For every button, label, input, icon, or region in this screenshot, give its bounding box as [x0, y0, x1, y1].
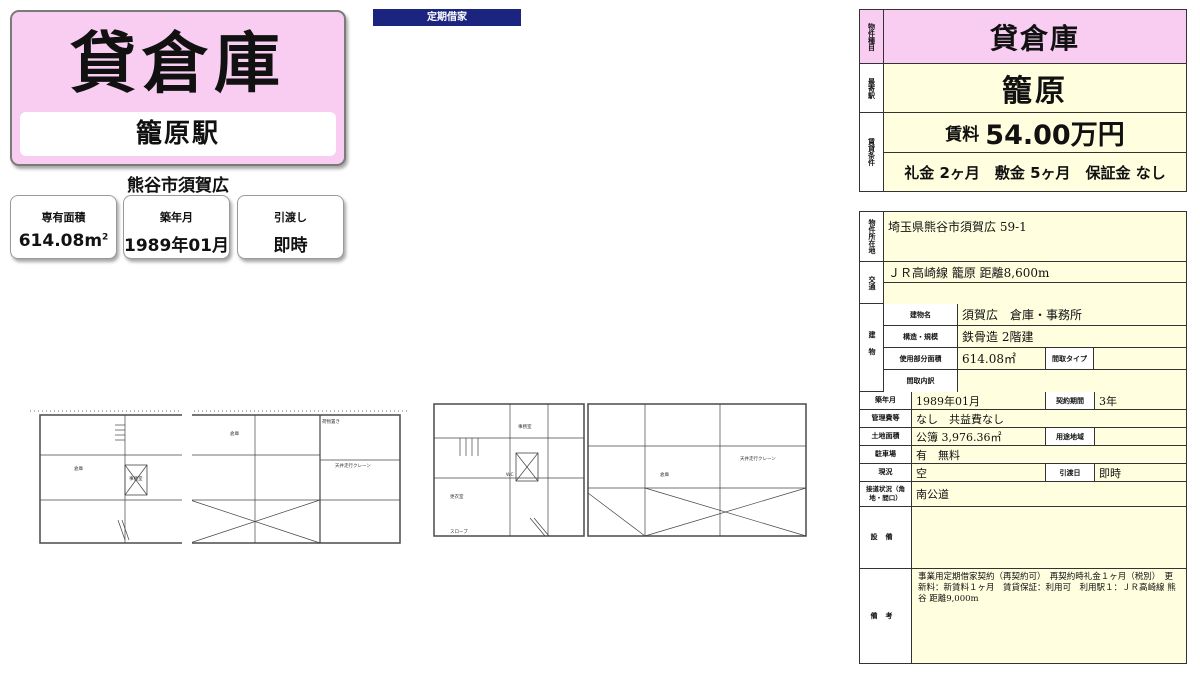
- built-label: 築年月: [860, 392, 912, 409]
- layout-detail-row: 間取内訳: [884, 370, 1186, 392]
- layout-detail-label: 間取内訳: [884, 370, 958, 392]
- area-label: 使用部分面積: [884, 348, 958, 369]
- layout-detail-value: [958, 370, 1186, 392]
- area-value: 614.08㎡: [958, 348, 1046, 369]
- handover-value: 即時: [1095, 464, 1186, 481]
- building-name-row: 建物名 須賀広 倉庫・事務所: [884, 304, 1186, 326]
- summary-station-label: 最寄駅: [860, 64, 884, 112]
- plan-label-storage: 荷物置き: [322, 418, 340, 425]
- remarks-label: 備考: [860, 569, 912, 663]
- contract-label: 契約期間: [1046, 392, 1095, 409]
- spec-built-label: 築年月: [160, 211, 193, 224]
- equipment-value: [912, 507, 1186, 568]
- structure-value: 鉄骨造 2階建: [958, 326, 1186, 347]
- land-label: 土地面積: [860, 428, 912, 445]
- plan-label-office: 事務室: [129, 475, 143, 482]
- summary-conditions-label: 賃貸条件: [860, 113, 884, 191]
- summary-type-row: 物件種目 貸倉庫: [860, 10, 1186, 64]
- row-status: 現況 空 引渡日 即時: [860, 464, 1186, 482]
- summary-station-row: 最寄駅 籠原: [860, 64, 1186, 113]
- row-location: 物件所在地 埼玉県熊谷市須賀広 59-1: [860, 212, 1186, 262]
- row-land: 土地面積 公簿 3,976.36㎡ 用途地域: [860, 428, 1186, 446]
- row-equipment: 設備: [860, 507, 1186, 569]
- row-parking: 駐車場 有 無料: [860, 446, 1186, 464]
- spec-handover-label: 引渡し: [274, 211, 307, 224]
- building-name-label: 建物名: [884, 304, 958, 325]
- parking-label: 駐車場: [860, 446, 912, 463]
- row-built: 築年月 1989年01月 契約期間 3年: [860, 392, 1186, 410]
- plan-label-warehouse-2: 倉庫: [230, 430, 239, 437]
- summary-station-value: 籠原: [1002, 74, 1068, 109]
- built-value: 1989年01月: [912, 392, 1046, 409]
- summary-type-label: 物件種目: [860, 10, 884, 63]
- spec-area-label: 専有面積: [41, 211, 86, 224]
- plan2-label-wc: WC: [506, 472, 514, 478]
- land-value: 公簿 3,976.36㎡: [912, 428, 1046, 445]
- title-card: 貸倉庫 籠原駅: [10, 10, 346, 166]
- plan2-label-slope: スロープ: [450, 529, 468, 535]
- building-name-value: 須賀広 倉庫・事務所: [958, 304, 1186, 325]
- zoning-value: [1095, 428, 1186, 445]
- remarks-value: 事業用定期借家契約（再契約可） 再契約時礼金１ヶ月（税別） 更新料：新賃料１ヶ月…: [912, 569, 1186, 663]
- management-label: 管理費等: [860, 410, 912, 427]
- plan-label-crane: 天井走行クレーン: [335, 462, 371, 469]
- summary-rent: 賃料 54.00万円: [884, 113, 1186, 153]
- address-line: 熊谷市須賀広: [127, 176, 229, 196]
- floor-plan-2f-drawing: 事務室 更衣室 WC 倉庫 天井走行クレーン スロープ: [433, 403, 807, 537]
- plan2-label-warehouse: 倉庫: [660, 471, 669, 478]
- row-road: 接道状況（角地・間口） 南公道: [860, 482, 1186, 507]
- layout-type-label: 間取タイプ: [1046, 348, 1094, 369]
- area-row: 使用部分面積 614.08㎡ 間取タイプ: [884, 348, 1186, 370]
- spec-area: 専有面積 614.08m2: [10, 195, 117, 259]
- layout-type-value: [1094, 348, 1186, 369]
- floor-plan-2f: 事務室 更衣室 WC 倉庫 天井走行クレーン スロープ: [430, 398, 810, 540]
- plan2-label-office: 事務室: [518, 423, 532, 430]
- spec-built: 築年月 1989年01月: [123, 195, 230, 259]
- summary-type-value: 貸倉庫: [989, 21, 1080, 55]
- row-remarks: 備考 事業用定期借家契約（再契約可） 再契約時礼金１ヶ月（税別） 更新料：新賃料…: [860, 569, 1186, 663]
- transport-value-2: [884, 283, 1186, 304]
- summary-deposits: 礼金 2ヶ月 敷金 5ヶ月 保証金 なし: [904, 163, 1166, 182]
- building-label: 建物: [860, 304, 884, 391]
- management-value: なし 共益費なし: [912, 410, 1186, 427]
- property-type-title: 貸倉庫: [70, 25, 286, 102]
- summary-panel: 物件種目 貸倉庫 最寄駅 籠原 賃貸条件 賃料 54.00万円 礼金 2ヶ月 敷…: [859, 9, 1187, 192]
- location-value: 埼玉県熊谷市須賀広 59-1: [884, 212, 1186, 261]
- handover-label: 引渡日: [1046, 464, 1095, 481]
- row-transport: 交通 ＪＲ高崎線 籠原 距離8,600m: [860, 262, 1186, 304]
- plan2-label-locker: 更衣室: [450, 493, 464, 500]
- structure-row: 構造・規模 鉄骨造 2階建: [884, 326, 1186, 348]
- summary-conditions-row: 賃貸条件 賃料 54.00万円 礼金 2ヶ月 敷金 5ヶ月 保証金 なし: [860, 113, 1186, 191]
- status-value: 空: [912, 464, 1046, 481]
- floor-plan-1f: 倉庫 倉庫 荷物置き 天井走行クレーン 事務室: [30, 405, 410, 547]
- plan-label-warehouse: 倉庫: [74, 465, 83, 472]
- transport-value: ＪＲ高崎線 籠原 距離8,600m: [884, 262, 1186, 283]
- spec-handover: 引渡し 即時: [237, 195, 344, 259]
- row-management: 管理費等 なし 共益費なし: [860, 410, 1186, 428]
- location-label: 物件所在地: [860, 212, 884, 261]
- floor-plan-1f-drawing: 倉庫 倉庫 荷物置き 天井走行クレーン 事務室: [30, 405, 410, 547]
- road-label: 接道状況（角地・間口）: [860, 482, 912, 506]
- contract-value: 3年: [1095, 392, 1186, 409]
- zoning-label: 用途地域: [1046, 428, 1095, 445]
- status-label: 現況: [860, 464, 912, 481]
- summary-rent-value: 54.00万円: [985, 120, 1125, 151]
- row-building: 建物 建物名 須賀広 倉庫・事務所 構造・規模 鉄骨造 2階建 使用部分面積 6…: [860, 304, 1186, 392]
- detail-table: 物件所在地 埼玉県熊谷市須賀広 59-1 交通 ＪＲ高崎線 籠原 距離8,600…: [859, 211, 1187, 664]
- parking-value: 有 無料: [912, 446, 1186, 463]
- plan2-label-crane: 天井走行クレーン: [740, 455, 776, 462]
- equipment-label: 設備: [860, 507, 912, 568]
- transport-label: 交通: [860, 262, 884, 303]
- station-banner: 籠原駅: [20, 112, 336, 156]
- road-value: 南公道: [912, 482, 1186, 506]
- spec-built-value: 1989年01月: [124, 236, 229, 256]
- spec-area-value: 614.08m2: [18, 231, 109, 251]
- structure-label: 構造・規模: [884, 326, 958, 347]
- spec-handover-value: 即時: [273, 236, 308, 256]
- fixed-term-lease-tag: 定期借家: [373, 9, 521, 26]
